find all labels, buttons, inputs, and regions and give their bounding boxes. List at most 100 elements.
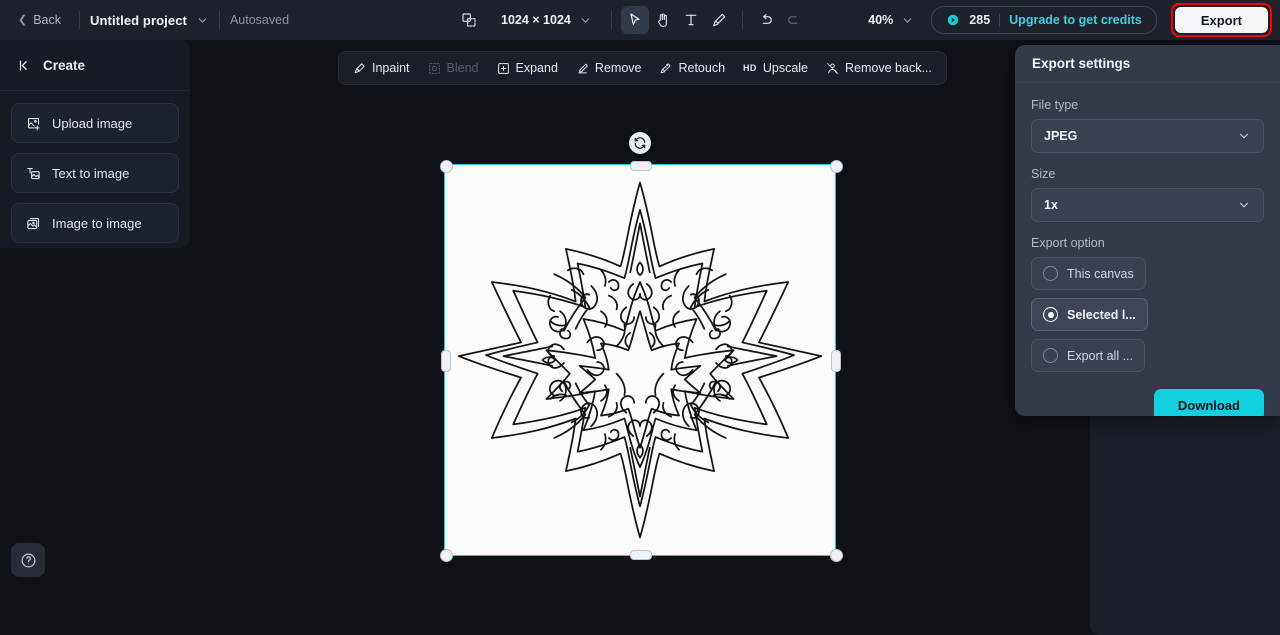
toolbar-item-remove-background[interactable]: Remove back... (818, 56, 940, 80)
divider (741, 11, 743, 29)
credits-count: 285 (969, 13, 991, 27)
image-to-image-icon (27, 217, 40, 229)
credits-pill[interactable]: 285 Upgrade to get credits (931, 6, 1157, 34)
radio-icon (1043, 348, 1058, 363)
resize-handle-top[interactable] (630, 161, 652, 171)
export-panel-body: File type JPEG Size 1x Export option Thi… (1015, 83, 1280, 416)
redo-icon (788, 16, 798, 24)
zoom-dropdown[interactable]: 40% (861, 9, 921, 31)
remove-background-icon (827, 62, 838, 74)
sidebar-item-image-to-image[interactable]: Image to image (11, 203, 179, 243)
file-type-label: File type (1031, 98, 1079, 112)
back-button[interactable]: ❮ Back (10, 9, 69, 31)
export-option-export-all[interactable]: Export all ... (1031, 339, 1145, 372)
resize-handle-bottom-left[interactable] (440, 549, 453, 562)
upgrade-link: Upgrade to get credits (1009, 13, 1142, 27)
top-bar: ❮ Back Untitled project Autosaved 1024 ×… (0, 0, 1280, 40)
divider (79, 11, 81, 29)
sidebar-label-text-to-image: Text to image (52, 165, 130, 181)
sidebar-items: Upload image Text to image Image to imag… (0, 91, 190, 243)
undo-button[interactable] (752, 6, 780, 34)
text-icon (685, 14, 697, 26)
inpaint-icon (354, 62, 365, 73)
divider (610, 11, 612, 29)
toolbar-label-remove: Remove (594, 61, 642, 75)
chevron-down-icon (904, 17, 912, 23)
remove-icon (578, 63, 588, 73)
chevron-down-icon (581, 17, 590, 23)
export-panel-header: Export settings (1015, 45, 1280, 83)
resize-handle-top-left[interactable] (440, 160, 453, 173)
size-label: Size (1031, 167, 1056, 181)
text-tool-button[interactable] (677, 6, 705, 34)
brush-icon (712, 13, 726, 27)
autosave-status: Autosaved (229, 13, 290, 27)
back-label: Back (33, 13, 62, 27)
upscale-icon: HD (743, 63, 757, 73)
download-row: Download (1031, 389, 1264, 416)
chevron-down-icon (1239, 133, 1249, 139)
export-option-this-canvas[interactable]: This canvas (1031, 257, 1146, 290)
text-to-image-icon (27, 167, 40, 179)
toolbar-item-upscale[interactable]: HD Upscale (735, 56, 816, 80)
mandala-star-line-art (457, 181, 823, 539)
toolbar-label-remove-background: Remove back... (845, 61, 932, 75)
sidebar-header[interactable]: Create (0, 40, 190, 91)
size-select[interactable]: 1x (1031, 188, 1264, 222)
upload-image-icon (27, 117, 40, 130)
credits-icon (948, 14, 959, 26)
cursor-icon (630, 13, 640, 26)
frame-icon (462, 13, 476, 27)
toolbar-item-retouch[interactable]: Retouch (651, 56, 733, 80)
undo-icon (762, 14, 772, 24)
redo-button[interactable] (780, 6, 808, 34)
resize-handle-right[interactable] (831, 350, 841, 372)
export-button[interactable]: Export (1174, 7, 1268, 33)
toolbar-item-remove[interactable]: Remove (568, 56, 650, 80)
toolbar-item-blend[interactable]: Blend (420, 56, 487, 80)
resize-handle-top-right[interactable] (830, 160, 843, 173)
file-type-select[interactable]: JPEG (1031, 119, 1264, 153)
retouch-icon (661, 62, 672, 73)
collapse-sidebar-icon (19, 60, 27, 70)
radio-icon-selected (1043, 307, 1058, 322)
toolbar-label-inpaint: Inpaint (372, 61, 410, 75)
help-button[interactable] (11, 543, 45, 577)
top-bar-tools: 1024 × 1024 (455, 0, 808, 40)
rotate-handle[interactable] (629, 132, 651, 154)
project-menu-button[interactable] (196, 14, 209, 27)
sidebar-title: Create (43, 57, 86, 73)
file-type-value: JPEG (1044, 129, 1078, 143)
resize-handle-bottom[interactable] (630, 550, 652, 560)
sidebar-label-upload-image: Upload image (52, 115, 133, 131)
chevron-down-icon (1239, 202, 1249, 208)
brush-tool-button[interactable] (705, 6, 733, 34)
artboard-image[interactable] (445, 165, 835, 555)
export-option-label: Export option (1031, 236, 1105, 250)
export-option-selected-layer[interactable]: Selected l... (1031, 298, 1148, 331)
size-value: 1x (1044, 198, 1058, 212)
radio-icon (1043, 266, 1058, 281)
app-root: Inpaint Blend Expand Remove Retouch HD U… (0, 0, 1280, 635)
export-button-highlight: Export (1170, 3, 1272, 37)
rotate-icon (634, 137, 646, 149)
toolbar-label-expand: Expand (515, 61, 558, 75)
toolbar-item-inpaint[interactable]: Inpaint (345, 56, 418, 80)
select-tool-button[interactable] (620, 6, 649, 34)
expand-icon (497, 62, 509, 74)
sidebar-item-text-to-image[interactable]: Text to image (11, 153, 179, 193)
canvas-context-toolbar: Inpaint Blend Expand Remove Retouch HD U… (338, 51, 947, 85)
sidebar-label-image-to-image: Image to image (52, 215, 142, 231)
create-sidebar: Create Upload image Text to image Image … (0, 40, 190, 248)
zoom-level: 40% (868, 13, 894, 27)
resize-handle-bottom-right[interactable] (830, 549, 843, 562)
frame-icon-button[interactable] (455, 6, 483, 34)
hand-tool-button[interactable] (649, 6, 677, 34)
toolbar-item-expand[interactable]: Expand (489, 56, 566, 80)
sidebar-item-upload-image[interactable]: Upload image (11, 103, 179, 143)
blend-icon (428, 62, 440, 74)
canvas-size-dropdown[interactable]: 1024 × 1024 (495, 9, 598, 31)
toolbar-label-upscale: Upscale (762, 61, 809, 75)
download-button[interactable]: Download (1153, 389, 1264, 416)
resize-handle-left[interactable] (441, 350, 451, 372)
